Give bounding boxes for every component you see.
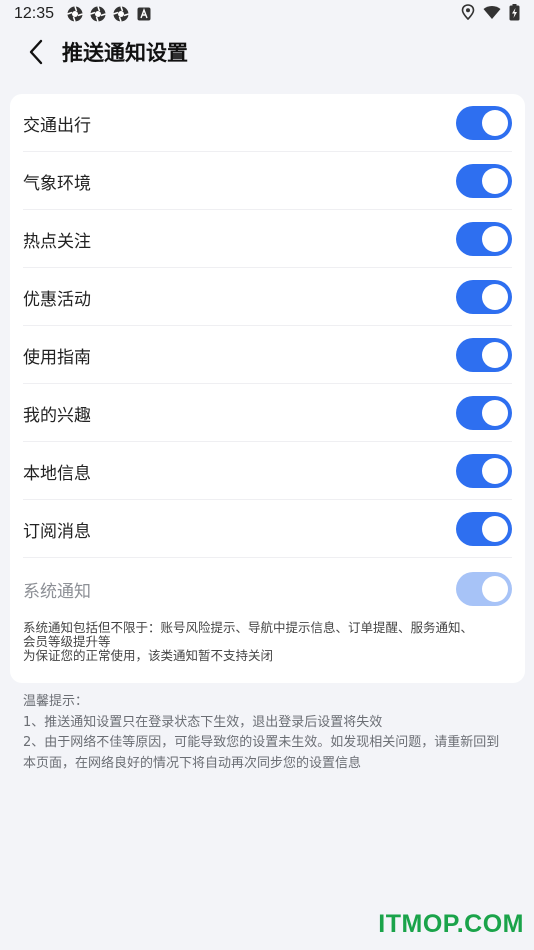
setting-label: 使用指南 xyxy=(23,347,91,368)
aperture-icon xyxy=(66,6,83,23)
toggle-knob xyxy=(482,226,508,252)
setting-label: 订阅消息 xyxy=(23,521,91,542)
setting-label: 优惠活动 xyxy=(23,289,91,310)
system-notice-text: 系统通知包括但不限于：账号风险提示、导航中提示信息、订单提醒、服务通知、 会员等… xyxy=(23,621,518,663)
back-button[interactable] xyxy=(18,32,54,72)
toggle-knob xyxy=(482,342,508,368)
toggle-switch-local-info[interactable] xyxy=(456,454,512,488)
aperture-icon xyxy=(112,6,129,23)
setting-label: 交通出行 xyxy=(23,115,91,136)
settings-card: 交通出行 气象环境 热点关注 优惠活动 使用指南 我的兴趣 本地信息 订阅消息 xyxy=(10,94,525,683)
toggle-switch-promotions[interactable] xyxy=(456,280,512,314)
status-left-icons xyxy=(66,6,152,23)
setting-label: 本地信息 xyxy=(23,463,91,484)
setting-label: 我的兴趣 xyxy=(23,405,91,426)
tips-line: 1、推送通知设置只在登录状态下生效，退出登录后设置将失效 xyxy=(23,714,383,730)
setting-row-local-info: 本地信息 xyxy=(10,442,525,500)
status-time: 12:35 xyxy=(14,5,55,22)
system-notice-line: 为保证您的正常使用，该类通知暂不支持关闭 xyxy=(23,648,274,663)
toggle-knob xyxy=(482,284,508,310)
setting-row-interests: 我的兴趣 xyxy=(10,384,525,442)
app-header: 推送通知设置 xyxy=(0,28,534,76)
toggle-knob xyxy=(482,576,508,602)
tips-section: 温馨提示： 1、推送通知设置只在登录状态下生效，退出登录后设置将失效 2、由于网… xyxy=(23,692,523,774)
text-a-icon xyxy=(135,6,152,23)
toggle-switch-subscriptions[interactable] xyxy=(456,512,512,546)
setting-label: 气象环境 xyxy=(23,173,91,194)
chevron-left-icon xyxy=(29,39,43,65)
tips-line: 本页面，在网络良好的情况下将自动再次同步您的设置信息 xyxy=(23,755,362,771)
toggle-knob xyxy=(482,110,508,136)
setting-row-promotions: 优惠活动 xyxy=(10,268,525,326)
setting-row-hot-topics: 热点关注 xyxy=(10,210,525,268)
toggle-switch-weather[interactable] xyxy=(456,164,512,198)
wifi-icon xyxy=(483,5,501,24)
system-notice-line: 会员等级提升等 xyxy=(23,634,111,649)
toggle-switch-traffic[interactable] xyxy=(456,106,512,140)
battery-charging-icon xyxy=(509,3,520,25)
toggle-knob xyxy=(482,458,508,484)
divider xyxy=(23,557,512,558)
setting-row-subscriptions: 订阅消息 xyxy=(10,500,525,558)
location-icon xyxy=(461,4,475,24)
setting-row-system: 系统通知 xyxy=(10,560,525,618)
toggle-switch-interests[interactable] xyxy=(456,396,512,430)
toggle-knob xyxy=(482,400,508,426)
status-bar: 12:35 xyxy=(0,0,534,28)
setting-label: 系统通知 xyxy=(23,581,91,602)
toggle-switch-system xyxy=(456,572,512,606)
toggle-switch-guide[interactable] xyxy=(456,338,512,372)
aperture-icon xyxy=(89,6,106,23)
setting-label: 热点关注 xyxy=(23,231,91,252)
tips-title: 温馨提示： xyxy=(23,694,89,709)
system-notice-line: 系统通知包括但不限于：账号风险提示、导航中提示信息、订单提醒、服务通知、 xyxy=(23,620,474,635)
toggle-knob xyxy=(482,516,508,542)
page-title: 推送通知设置 xyxy=(62,41,188,65)
tips-line: 2、由于网络不佳等原因，可能导致您的设置未生效。如发现相关问题，请重新回到 xyxy=(23,735,500,750)
status-right-icons xyxy=(461,3,520,25)
setting-row-weather: 气象环境 xyxy=(10,152,525,210)
toggle-switch-hot-topics[interactable] xyxy=(456,222,512,256)
watermark: ITMOP.COM xyxy=(378,910,524,938)
setting-row-guide: 使用指南 xyxy=(10,326,525,384)
toggle-knob xyxy=(482,168,508,194)
setting-row-traffic: 交通出行 xyxy=(10,94,525,152)
